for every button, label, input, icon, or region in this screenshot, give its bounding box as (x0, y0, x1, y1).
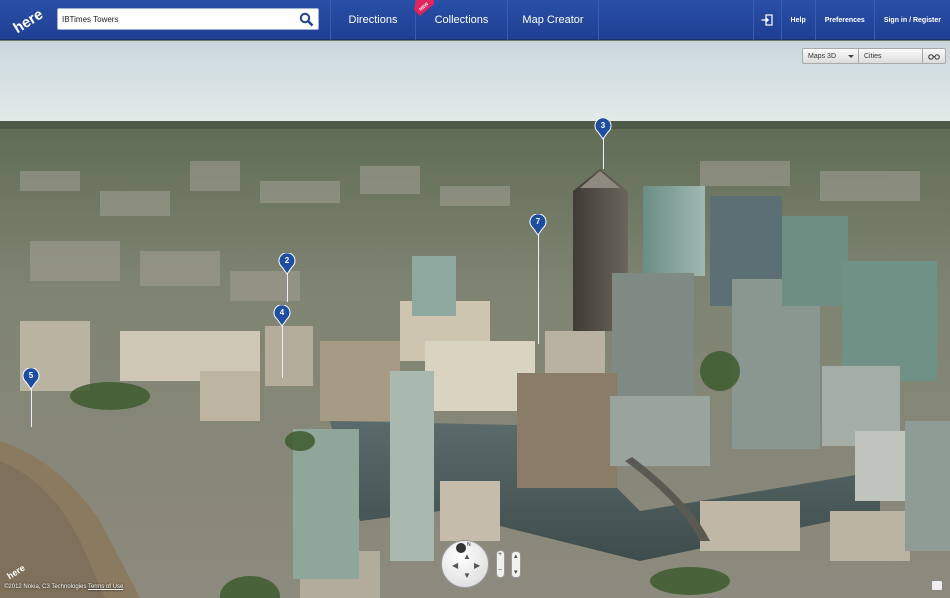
preferences-link[interactable]: Preferences (814, 0, 874, 40)
pin-number: 4 (279, 308, 285, 317)
pin-number: 5 (28, 371, 34, 380)
pin-number: 7 (535, 217, 541, 226)
map-pin-7[interactable]: 7 (529, 213, 547, 236)
here-watermark-logo: here (5, 563, 26, 582)
layer-value: Cities (864, 52, 882, 60)
logo-text: here (10, 6, 46, 37)
map-pin-2[interactable]: 2 (278, 252, 296, 275)
navigation-control[interactable]: N ▲ ▼ ◀ ▶ (441, 540, 489, 588)
map-pin-3[interactable]: 3 (594, 117, 612, 140)
pan-left-icon[interactable]: ◀ (452, 561, 458, 570)
sign-in-link[interactable]: Sign in / Register (873, 0, 950, 40)
pan-down-icon[interactable]: ▼ (463, 571, 471, 580)
map-pin-5[interactable]: 5 (22, 367, 40, 390)
layer-select[interactable]: Cities (859, 48, 923, 64)
chevron-down-icon (848, 55, 854, 58)
here-logo[interactable]: here (4, 4, 52, 38)
help-link[interactable]: Help (780, 0, 815, 40)
pan-up-icon[interactable]: ▲ (463, 552, 471, 561)
map-view-select[interactable]: Maps 3D (802, 48, 859, 64)
search-icon[interactable] (299, 12, 314, 27)
glasses-3d-button[interactable] (923, 48, 946, 64)
sign-out-icon (761, 14, 773, 26)
search-input[interactable] (62, 11, 292, 28)
pin-number: 3 (600, 121, 606, 130)
nav-collections-label: Collections (434, 14, 489, 26)
pin-stem (538, 234, 539, 344)
nav-map-creator[interactable]: Map Creator (507, 0, 599, 40)
glasses-icon (928, 53, 940, 60)
pin-stem (282, 326, 283, 378)
watermark-text: here (5, 563, 26, 582)
pin-stem (31, 389, 32, 427)
map-view-value: Maps 3D (808, 52, 837, 60)
copyright-text: ©2012 Nokia, C3 Technologies (4, 584, 87, 590)
top-bar: here Directions Collections Map Creator … (0, 0, 950, 40)
north-label: N (467, 542, 471, 548)
pin-stem (603, 137, 604, 169)
zoom-out-icon[interactable]: − (498, 567, 502, 574)
zoom-control[interactable]: + − (496, 550, 505, 578)
exit-button[interactable] (752, 0, 781, 40)
map-3d-view[interactable] (0, 41, 950, 598)
tilt-down-icon[interactable]: ▾ (514, 568, 518, 576)
map-footer: ©2012 Nokia, C3 Technologies Terms of Us… (4, 584, 123, 590)
search-box (57, 8, 319, 30)
nav-directions[interactable]: Directions (330, 0, 415, 40)
nav-directions-label: Directions (348, 14, 398, 26)
pin-stem (287, 274, 288, 302)
terms-link[interactable]: Terms of Use (88, 584, 123, 590)
pin-number: 2 (284, 256, 290, 265)
map-controls: Maps 3D Cities (802, 48, 946, 64)
city-scene (0, 41, 950, 598)
pan-right-icon[interactable]: ▶ (474, 561, 480, 570)
nav-map-creator-label: Map Creator (522, 14, 584, 26)
tilt-control[interactable]: ▴ ▾ (511, 551, 521, 578)
new-badge: NEW (414, 0, 434, 16)
map-pin-4[interactable]: 4 (273, 304, 291, 327)
tilt-up-icon[interactable]: ▴ (514, 552, 518, 560)
minimap-toggle-icon[interactable] (931, 580, 943, 591)
zoom-in-icon[interactable]: + (498, 551, 502, 558)
